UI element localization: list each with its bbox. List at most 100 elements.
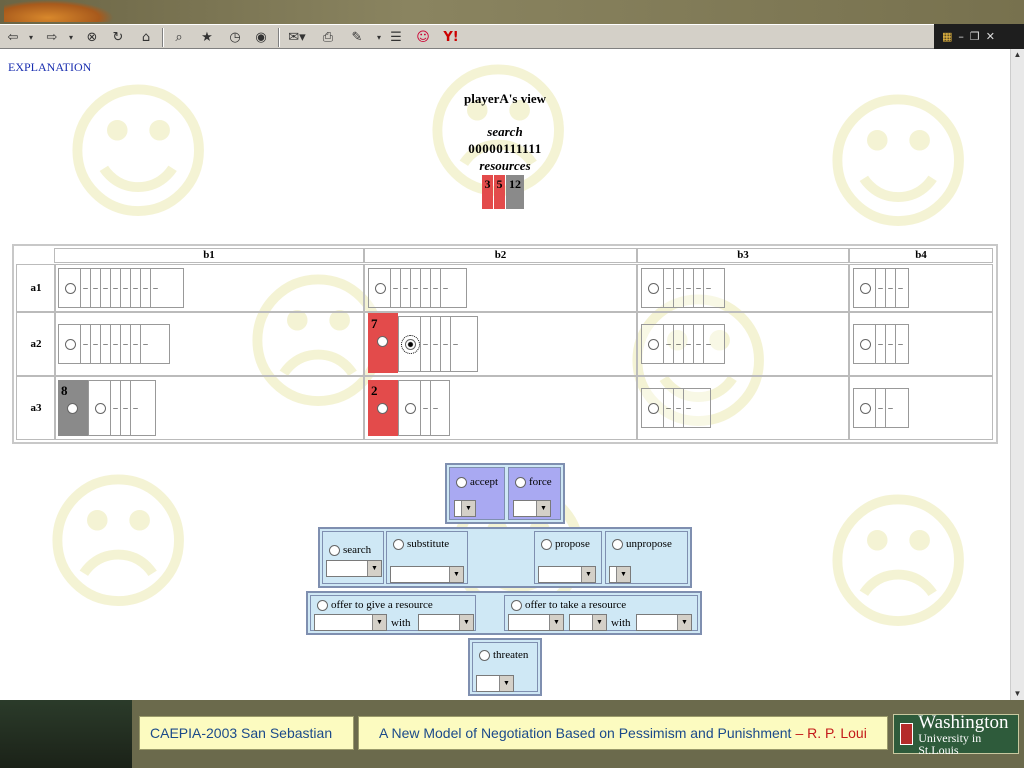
media-icon[interactable]: ◉ xyxy=(250,28,272,47)
column-header-b1: b1 xyxy=(54,248,364,263)
selected-option-radio[interactable] xyxy=(401,334,420,354)
substitute-label: substitute xyxy=(407,538,450,550)
threaten-select[interactable]: ▼ xyxy=(476,675,514,692)
row-label-a2: a2 xyxy=(16,312,56,376)
cell-a1-b4: – – – xyxy=(849,264,993,312)
home-icon[interactable]: ⌂ xyxy=(136,28,156,47)
move-panel: search ▼ substitute ▼ propose ▼ unpropos… xyxy=(318,527,692,588)
offer-take-amount-select[interactable]: ▼ xyxy=(569,614,607,631)
offer-give-radio[interactable] xyxy=(317,599,328,611)
search-select[interactable]: ▼ xyxy=(326,560,382,577)
edit-icon[interactable]: ✎ xyxy=(344,28,370,47)
substitute-select[interactable]: ▼ xyxy=(390,566,464,583)
yahoo-icon[interactable]: Y! xyxy=(440,28,462,47)
option-radio[interactable] xyxy=(65,338,76,350)
edit-dropdown-icon[interactable]: ▾ xyxy=(374,28,384,47)
offer-take-resource-select[interactable]: ▼ xyxy=(508,614,564,631)
propose-label: propose xyxy=(555,538,590,550)
back-dropdown-icon[interactable]: ▾ xyxy=(26,28,36,47)
discuss-icon[interactable]: ☰ xyxy=(386,28,406,47)
option-radio[interactable] xyxy=(95,402,106,414)
vertical-scrollbar[interactable]: ▲ ▼ xyxy=(1010,49,1024,700)
column-header-b2: b2 xyxy=(364,248,637,263)
messenger-icon[interactable]: ☺ xyxy=(412,28,434,47)
conference-caption: CAEPIA-2003 San Sebastian xyxy=(139,716,354,750)
offer-give-with-select[interactable]: ▼ xyxy=(418,614,474,631)
favorites-icon[interactable]: ★ xyxy=(196,28,218,47)
payoff-badge: 7 xyxy=(368,313,398,373)
accept-box: accept ▼ xyxy=(449,467,505,520)
resource-bar: 12 xyxy=(506,175,524,209)
chevron-down-icon: ▼ xyxy=(459,615,473,630)
scroll-down-icon[interactable]: ▼ xyxy=(1011,688,1024,700)
minimize-icon[interactable]: – xyxy=(958,30,964,43)
search-icon[interactable]: ⌕ xyxy=(168,28,190,47)
cell-a3-b4: – – xyxy=(849,376,993,440)
option-group: – – – xyxy=(853,268,909,308)
payoff-value: 2 xyxy=(371,383,378,398)
back-icon[interactable]: ⇦ xyxy=(4,28,22,47)
chevron-down-icon: ▼ xyxy=(581,567,595,582)
stop-icon[interactable]: ⊗ xyxy=(82,28,102,47)
propose-select[interactable]: ▼ xyxy=(538,566,596,583)
threaten-radio[interactable] xyxy=(479,649,490,661)
column-header-b3: b3 xyxy=(637,248,849,263)
payoff-value: 7 xyxy=(371,316,378,331)
scroll-up-icon[interactable]: ▲ xyxy=(1011,49,1024,61)
theater-mask-watermark: ☹ xyxy=(820,477,977,651)
option-radio[interactable] xyxy=(65,282,76,294)
option-radio[interactable] xyxy=(377,336,388,347)
force-radio[interactable] xyxy=(515,476,526,488)
accept-radio[interactable] xyxy=(456,476,467,488)
unpropose-select[interactable]: ▼ xyxy=(609,566,631,583)
option-radio[interactable] xyxy=(648,282,659,294)
forward-icon[interactable]: ⇨ xyxy=(42,28,62,47)
logo-line-1: Washington xyxy=(918,711,1009,733)
substitute-box: substitute ▼ xyxy=(386,531,468,584)
accept-select[interactable]: ▼ xyxy=(454,500,476,517)
chevron-down-icon: ▼ xyxy=(592,615,606,630)
option-radio[interactable] xyxy=(860,338,871,350)
search-radio[interactable] xyxy=(329,544,340,556)
propose-box: propose ▼ xyxy=(534,531,602,584)
cell-a2-b4: – – – xyxy=(849,312,993,376)
option-radio[interactable] xyxy=(67,403,78,414)
option-radio[interactable] xyxy=(648,338,659,350)
threaten-label: threaten xyxy=(493,649,529,661)
cell-a1-b3: – – – – – xyxy=(637,264,849,312)
offer-take-radio[interactable] xyxy=(511,599,522,611)
option-radio[interactable] xyxy=(377,403,388,414)
option-group: – – – – – xyxy=(641,324,725,364)
option-radio[interactable] xyxy=(405,402,416,414)
option-radio[interactable] xyxy=(860,402,871,414)
offer-give-box: offer to give a resource ▼ with ▼ xyxy=(310,595,476,631)
offer-give-resource-select[interactable]: ▼ xyxy=(314,614,387,631)
chevron-down-icon: ▼ xyxy=(461,501,475,516)
cell-a1-b1: – – – – – – – – xyxy=(54,264,364,312)
row-label-a3: a3 xyxy=(16,376,56,440)
offer-take-with-select[interactable]: ▼ xyxy=(636,614,692,631)
mail-icon[interactable]: ✉▾ xyxy=(284,28,310,47)
option-radio[interactable] xyxy=(860,282,871,294)
restore-icon[interactable]: ❐ xyxy=(970,30,980,43)
option-group: – – xyxy=(398,380,450,436)
option-radio[interactable] xyxy=(375,282,386,294)
substitute-radio[interactable] xyxy=(393,538,404,550)
history-icon[interactable]: ◷ xyxy=(224,28,246,47)
negotiation-grid: b1 b2 b3 b4 a1 a2 a3 – – – – – – – – – – – – – – – – –… xyxy=(12,244,998,444)
explanation-link[interactable]: EXPLANATION xyxy=(8,60,91,75)
option-group: – – – xyxy=(641,388,711,428)
unpropose-radio[interactable] xyxy=(612,538,623,550)
option-radio[interactable] xyxy=(648,402,659,414)
talk-author: – R. P. Loui xyxy=(795,725,867,741)
slide-footer: CAEPIA-2003 San Sebastian A New Model of… xyxy=(0,700,1024,768)
close-icon[interactable]: ✕ xyxy=(986,30,995,43)
print-icon[interactable]: ⎙ xyxy=(318,28,338,47)
force-select[interactable]: ▼ xyxy=(513,500,551,517)
window-controls: ▦ – ❐ ✕ xyxy=(934,24,1024,49)
cell-a3-b1: 8 – – – xyxy=(54,376,364,440)
propose-radio[interactable] xyxy=(541,538,552,550)
forward-dropdown-icon[interactable]: ▾ xyxy=(66,28,76,47)
refresh-icon[interactable]: ↻ xyxy=(108,28,128,47)
offer-panel: offer to give a resource ▼ with ▼ offer … xyxy=(306,591,702,635)
